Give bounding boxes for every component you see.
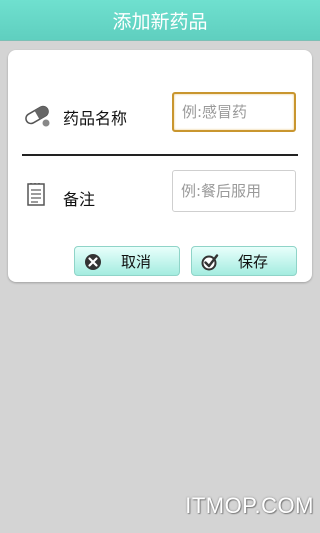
medicine-name-input[interactable]	[172, 92, 296, 132]
page-title: 添加新药品	[112, 10, 208, 33]
title-bar: 添加新药品	[0, 0, 320, 41]
divider	[22, 154, 298, 156]
medicine-name-row: 药品名称	[8, 90, 312, 140]
save-button[interactable]: 保存	[191, 246, 297, 276]
cancel-button[interactable]: 取消	[74, 246, 180, 276]
save-label: 保存	[237, 252, 268, 271]
check-icon	[201, 253, 219, 271]
cancel-icon	[84, 253, 102, 271]
cancel-label: 取消	[120, 252, 151, 271]
pill-icon	[22, 100, 52, 130]
watermark: ITMOP.COM	[185, 493, 314, 518]
note-input[interactable]	[172, 170, 296, 212]
medicine-name-label: 药品名称	[63, 109, 128, 128]
note-row: 备注	[8, 170, 312, 218]
form-card: 药品名称 备注 取消	[8, 50, 312, 282]
note-icon	[22, 180, 52, 210]
note-label: 备注	[63, 190, 96, 209]
